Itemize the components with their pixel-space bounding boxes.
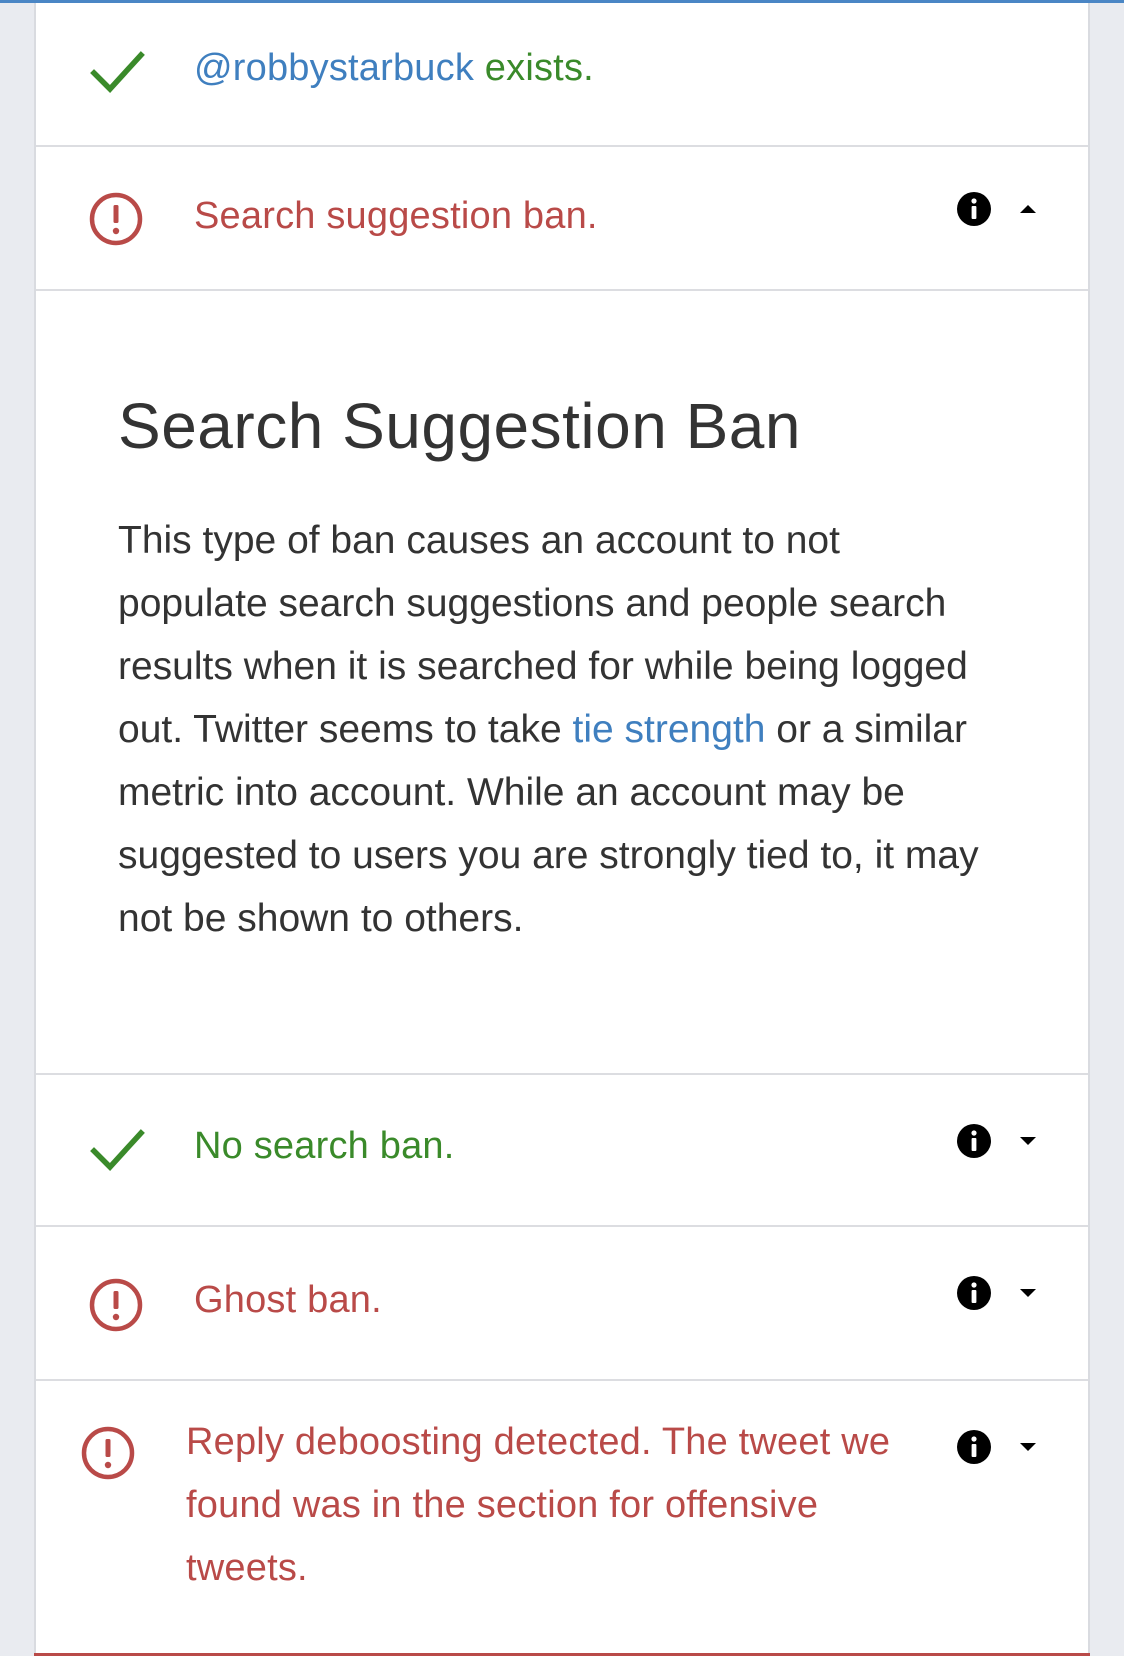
chevron-down-icon[interactable] [1016, 1133, 1040, 1149]
chevron-down-icon[interactable] [1016, 1285, 1040, 1301]
info-icon[interactable] [956, 1429, 992, 1465]
account-handle-link[interactable]: @robbystarbuck [194, 47, 474, 89]
exclamation-circle-icon [89, 192, 143, 246]
checkmark-icon [90, 1129, 145, 1171]
row-controls [956, 1273, 1040, 1313]
chevron-down-icon[interactable] [1016, 1439, 1040, 1455]
result-row-reply-deboosting[interactable]: Reply deboosting detected. The tweet we … [36, 1381, 1088, 1656]
result-row-search-ban[interactable]: No search ban. [36, 1075, 1088, 1227]
search-suggestion-ban-detail: Search Suggestion Ban This type of ban c… [36, 303, 1088, 1075]
result-row-ghost-ban[interactable]: Ghost ban. [36, 1227, 1088, 1381]
search-suggestion-ban-label: Search suggestion ban. [194, 195, 598, 237]
exists-label: exists. [474, 47, 594, 89]
info-icon[interactable] [956, 1275, 992, 1311]
results-panel: @robbystarbuck exists. Search suggestion… [34, 3, 1090, 1656]
detail-body: This type of ban causes an account to no… [118, 509, 998, 950]
info-icon[interactable] [956, 191, 992, 227]
result-row-exists: @robbystarbuck exists. [36, 3, 1088, 147]
row-controls [956, 1427, 1040, 1467]
row-controls [956, 1121, 1040, 1161]
search-ban-label: No search ban. [194, 1125, 455, 1167]
exists-status-text: @robbystarbuck exists. [194, 47, 594, 90]
detail-title: Search Suggestion Ban [118, 390, 801, 462]
exclamation-circle-icon [89, 1278, 143, 1332]
chevron-up-icon[interactable] [1016, 201, 1040, 217]
checkmark-icon [90, 51, 145, 93]
row-controls [956, 189, 1040, 229]
ghost-ban-label: Ghost ban. [194, 1279, 382, 1321]
result-row-search-suggestion-ban[interactable]: Search suggestion ban. [36, 147, 1088, 291]
exclamation-circle-icon [81, 1426, 135, 1480]
reply-deboosting-label: Reply deboosting detected. The tweet we … [186, 1421, 891, 1589]
tie-strength-link[interactable]: tie strength [572, 708, 765, 751]
info-icon[interactable] [956, 1123, 992, 1159]
